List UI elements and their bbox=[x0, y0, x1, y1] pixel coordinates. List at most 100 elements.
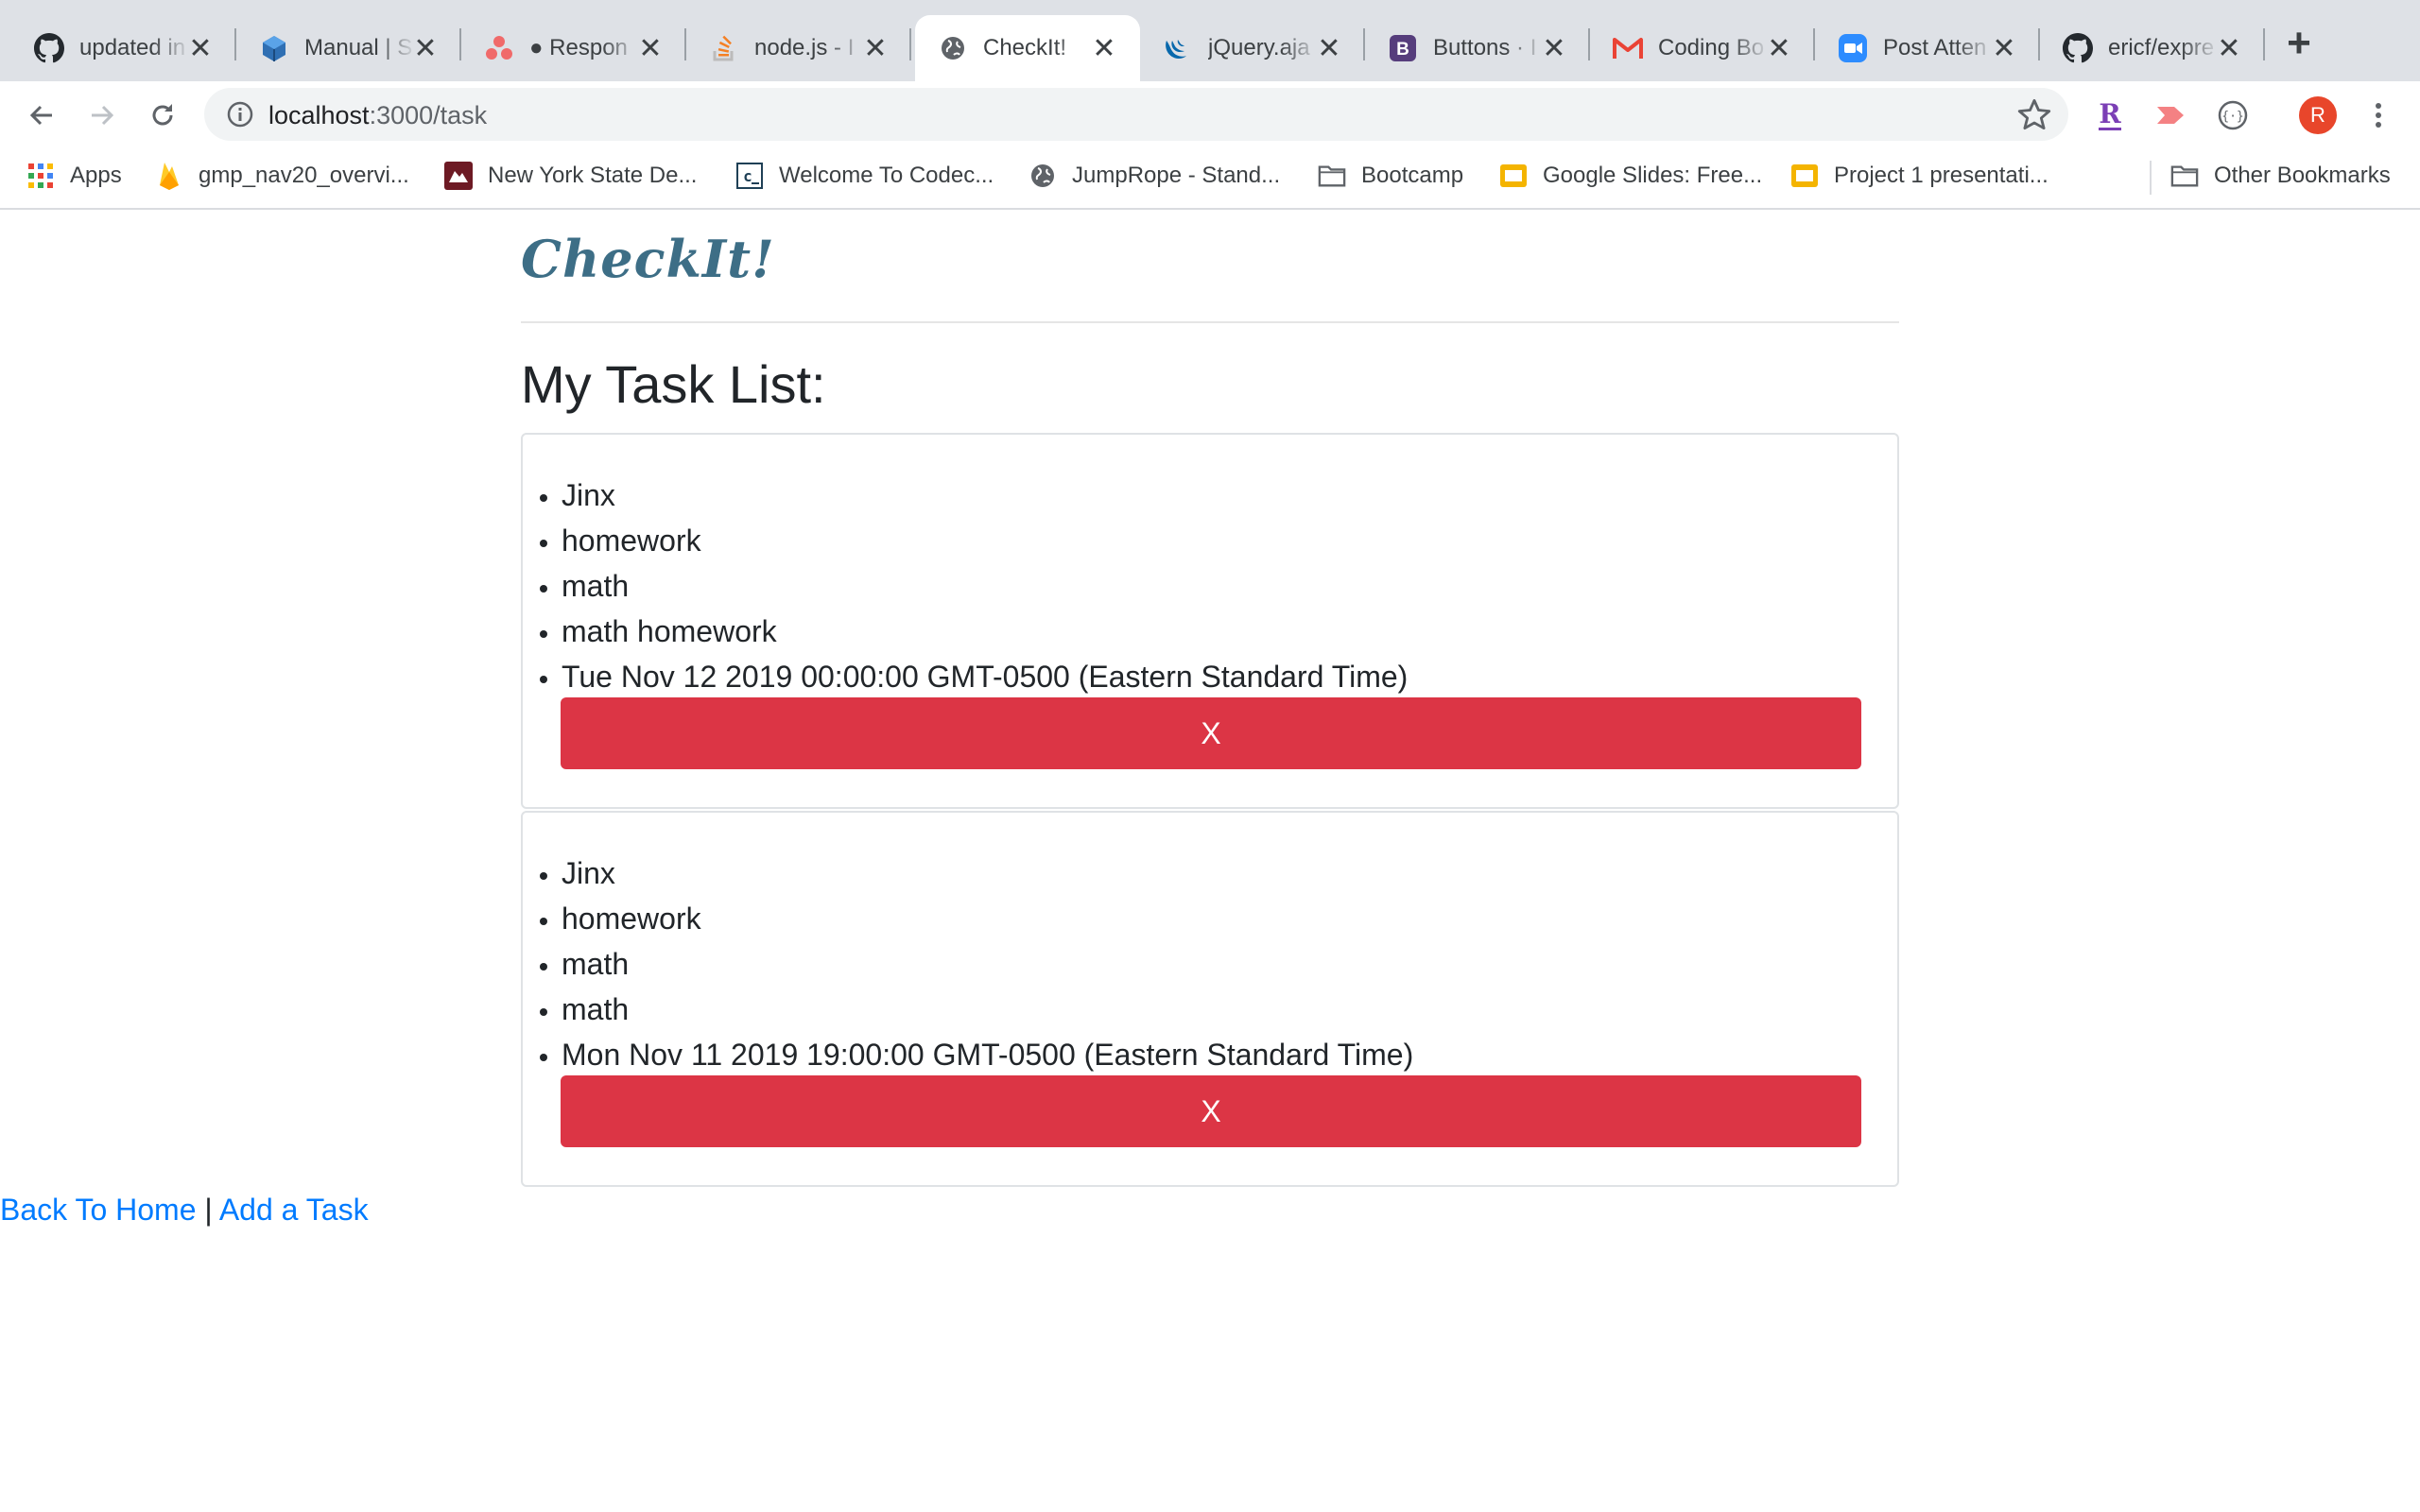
tab-title: CheckIt! bbox=[983, 35, 1067, 60]
tab-zoom[interactable]: Post Atten ✕ bbox=[1815, 15, 2040, 81]
tab-response[interactable]: ● Respon ✕ bbox=[461, 15, 686, 81]
cube-icon bbox=[259, 33, 289, 63]
list-item: Mon Nov 11 2019 19:00:00 GMT-0500 (Easte… bbox=[562, 1032, 1413, 1077]
bookmark-apps[interactable]: Apps bbox=[26, 157, 122, 195]
bookmark-nys[interactable]: New York State De... bbox=[444, 157, 697, 195]
slides-icon bbox=[1499, 162, 1528, 190]
delete-task-button[interactable]: X bbox=[561, 1075, 1861, 1147]
close-icon[interactable]: ✕ bbox=[183, 31, 217, 65]
tab-nodejs[interactable]: node.js - I ✕ bbox=[686, 15, 911, 81]
folder-icon bbox=[1318, 162, 1346, 190]
profile-avatar[interactable]: R bbox=[2299, 96, 2337, 134]
extension-screencast-icon[interactable] bbox=[2152, 96, 2189, 134]
list-item: homework bbox=[562, 896, 1413, 941]
bookmark-bootcamp-folder[interactable]: Bootcamp bbox=[1318, 157, 1463, 195]
bookmark-project1[interactable]: Project 1 presentati... bbox=[1790, 157, 2048, 195]
svg-text:R: R bbox=[2099, 98, 2121, 129]
bookmark-codecademy[interactable]: c Welcome To Codec... bbox=[735, 157, 994, 195]
bookmark-label: Welcome To Codec... bbox=[779, 163, 994, 188]
zoom-icon bbox=[1838, 33, 1868, 63]
tab-separator bbox=[909, 28, 911, 60]
task-details-list: Jinx homework math math homework Tue Nov… bbox=[562, 472, 1408, 699]
task-details-list: Jinx homework math math Mon Nov 11 2019 … bbox=[562, 850, 1413, 1077]
close-icon[interactable]: ✕ bbox=[858, 31, 892, 65]
gmail-icon bbox=[1613, 33, 1643, 63]
url-host: localhost bbox=[268, 101, 370, 129]
menu-kebab-icon[interactable] bbox=[2360, 96, 2397, 134]
list-item: Jinx bbox=[562, 850, 1413, 896]
bookmarks-divider bbox=[2150, 161, 2152, 195]
arrow-right-icon bbox=[92, 105, 114, 126]
tab-title: ericf/expre bbox=[2108, 35, 2215, 60]
info-icon[interactable] bbox=[225, 99, 255, 129]
close-icon[interactable]: ✕ bbox=[2212, 31, 2246, 65]
address-bar[interactable]: localhost:3000/task bbox=[204, 88, 2068, 141]
tab-title: Coding Bo bbox=[1658, 35, 1765, 60]
tab-github-ericf[interactable]: ericf/expre ✕ bbox=[2040, 15, 2265, 81]
browser-toolbar: localhost:3000/task R {·} R bbox=[0, 81, 2420, 147]
nys-icon bbox=[444, 162, 473, 190]
bookmark-label: Google Slides: Free... bbox=[1543, 163, 1763, 188]
reload-button[interactable] bbox=[142, 94, 183, 136]
divider bbox=[521, 321, 1899, 323]
bookmark-label: Other Bookmarks bbox=[2214, 163, 2391, 188]
close-icon[interactable]: ✕ bbox=[1537, 31, 1571, 65]
close-icon[interactable]: ✕ bbox=[1312, 31, 1346, 65]
extension-r-icon[interactable]: R bbox=[2091, 96, 2129, 134]
tab-manual[interactable]: Manual | S ✕ bbox=[236, 15, 461, 81]
reload-icon bbox=[152, 104, 173, 126]
url-path: :3000/task bbox=[369, 101, 488, 129]
bookmark-label: Project 1 presentati... bbox=[1834, 163, 2048, 188]
apps-grid-icon bbox=[26, 162, 55, 190]
list-item: Tue Nov 12 2019 00:00:00 GMT-0500 (Easte… bbox=[562, 654, 1408, 699]
bookmark-google-slides[interactable]: Google Slides: Free... bbox=[1499, 157, 1762, 195]
tab-gmail[interactable]: Coding Bo ✕ bbox=[1590, 15, 1815, 81]
tab-title: Buttons · I bbox=[1433, 35, 1537, 60]
bookmark-other-folder[interactable]: Other Bookmarks bbox=[2170, 157, 2391, 195]
back-to-home-link[interactable]: Back To Home bbox=[0, 1193, 197, 1227]
slides-icon bbox=[1790, 162, 1819, 190]
new-tab-button[interactable]: + bbox=[2278, 20, 2320, 66]
url-text[interactable]: localhost:3000/task bbox=[268, 101, 487, 130]
list-item: math bbox=[562, 563, 1408, 609]
tab-title: Post Atten bbox=[1883, 35, 1987, 60]
add-task-link[interactable]: Add a Task bbox=[219, 1193, 369, 1227]
bootstrap-icon: B bbox=[1388, 33, 1418, 63]
svg-text:c: c bbox=[743, 167, 752, 185]
page-title: My Task List: bbox=[521, 354, 826, 414]
svg-text:{·}: {·} bbox=[2221, 110, 2243, 124]
bookmark-label: Apps bbox=[70, 163, 122, 188]
forward-button[interactable] bbox=[81, 94, 123, 136]
tab-title: updated in bbox=[79, 35, 186, 60]
tab-checkit[interactable]: CheckIt! ✕ bbox=[915, 15, 1140, 81]
codecademy-icon: c bbox=[735, 162, 764, 190]
arrow-left-icon bbox=[29, 105, 52, 126]
tab-jquery[interactable]: jQuery.aja ✕ bbox=[1140, 15, 1365, 81]
close-icon[interactable]: ✕ bbox=[1087, 31, 1121, 65]
bookmark-star-icon[interactable] bbox=[2017, 97, 2051, 131]
globe-icon bbox=[1028, 162, 1057, 190]
bookmark-label: New York State De... bbox=[488, 163, 698, 188]
tab-title: jQuery.aja bbox=[1208, 35, 1310, 60]
tab-bootstrap-buttons[interactable]: B Buttons · I ✕ bbox=[1365, 15, 1590, 81]
back-button[interactable] bbox=[21, 94, 62, 136]
bookmark-jumprope[interactable]: JumpRope - Stand... bbox=[1028, 157, 1280, 195]
bookmark-gmp-nav20[interactable]: gmp_nav20_overvi... bbox=[155, 157, 409, 195]
close-icon[interactable]: ✕ bbox=[1762, 31, 1796, 65]
tab-github-updated[interactable]: updated in ✕ bbox=[11, 15, 236, 81]
page-content: CheckIt! My Task List: Jinx homework mat… bbox=[0, 210, 2420, 1512]
close-icon[interactable]: ✕ bbox=[633, 31, 667, 65]
tab-title: Manual | S bbox=[304, 35, 413, 60]
asana-icon bbox=[484, 33, 514, 63]
jquery-icon bbox=[1163, 33, 1193, 63]
stackoverflow-icon bbox=[709, 33, 739, 63]
task-card: Jinx homework math math homework Tue Nov… bbox=[521, 433, 1899, 809]
list-item: Jinx bbox=[562, 472, 1408, 518]
bookmark-label: JumpRope - Stand... bbox=[1072, 163, 1281, 188]
list-item: math bbox=[562, 987, 1413, 1032]
tab-title: node.js - I bbox=[754, 35, 855, 60]
close-icon[interactable]: ✕ bbox=[1987, 31, 2021, 65]
delete-task-button[interactable]: X bbox=[561, 697, 1861, 769]
extension-code-icon[interactable]: {·} bbox=[2214, 96, 2252, 134]
close-icon[interactable]: ✕ bbox=[408, 31, 442, 65]
